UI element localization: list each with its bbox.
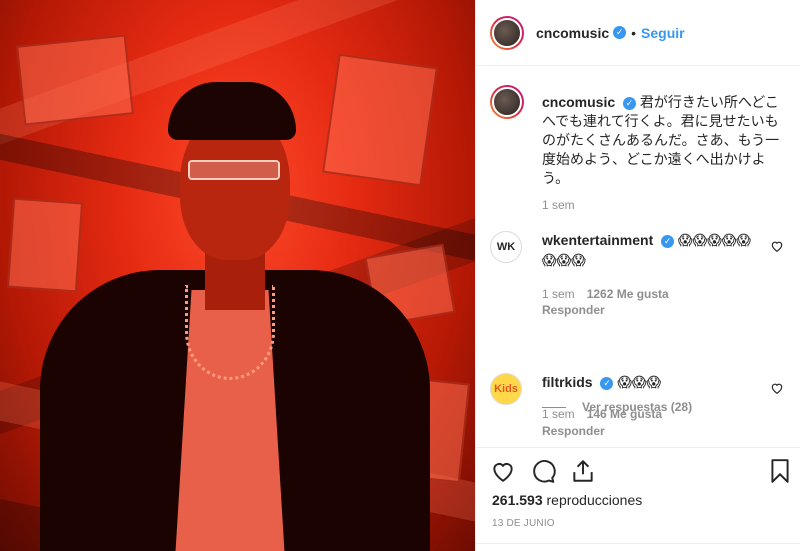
follow-button[interactable]: Seguir (641, 25, 685, 41)
wall-photo (16, 34, 134, 126)
heart-icon[interactable] (770, 239, 784, 253)
wall-photo (322, 53, 438, 187)
author-username[interactable]: cncomusic (536, 25, 609, 41)
verified-badge-icon: ✓ (613, 26, 627, 39)
views-number: 261.593 (492, 492, 543, 508)
comments-list[interactable]: cncomusic ✓ 君が行きたい所へどこへでも連れて行くよ。君に見せたいもの… (476, 67, 800, 447)
bookmark-icon[interactable] (767, 458, 793, 484)
share-icon[interactable] (570, 458, 596, 484)
separator-dot: • (631, 24, 637, 41)
reply-button[interactable]: Responder (542, 303, 605, 317)
person-chain (185, 285, 275, 380)
views-label: reproducciones (546, 492, 643, 508)
commenter-avatar[interactable]: WK (490, 231, 522, 263)
heart-icon[interactable] (490, 458, 516, 484)
commenter-username[interactable]: wkentertainment (542, 232, 653, 248)
post-header: cncomusic ✓ • Seguir (476, 0, 800, 66)
comment-likes[interactable]: 146 Me gusta (587, 407, 662, 421)
comment-body: 😱😱😱 (617, 375, 662, 391)
divider (476, 543, 800, 544)
heart-icon[interactable] (770, 381, 784, 395)
caption-time[interactable]: 1 sem (542, 198, 575, 212)
comment-likes[interactable]: 1262 Me gusta (587, 287, 669, 301)
verified-badge-icon: ✓ (600, 376, 614, 390)
caption-username[interactable]: cncomusic (542, 94, 615, 110)
commenter-avatar[interactable]: Kids (490, 373, 522, 405)
comment-meta: 1 sem 1262 Me gusta (542, 287, 669, 301)
person-glasses (188, 160, 280, 180)
verified-badge-icon: ✓ (623, 96, 637, 110)
views-count[interactable]: 261.593 reproducciones (492, 492, 642, 508)
comment-meta: 1 sem 146 Me gusta (542, 407, 662, 421)
reply-button[interactable]: Responder (542, 424, 605, 438)
commenter-username[interactable]: filtrkids (542, 374, 593, 390)
action-buttons (490, 458, 596, 484)
post-side-panel: cncomusic ✓ • Seguir cncomusic ✓ 君が行きたい所… (475, 0, 800, 551)
caption-avatar[interactable] (490, 85, 524, 119)
post-date[interactable]: 13 DE JUNIO (492, 518, 555, 529)
comment-time[interactable]: 1 sem (542, 287, 575, 301)
comment-time[interactable]: 1 sem (542, 407, 575, 421)
author-avatar[interactable] (490, 15, 524, 50)
wall-photo (6, 197, 84, 293)
comment-text: wkentertainment ✓ 😱😱😱😱😱😱😱😱 (542, 231, 762, 271)
post-media[interactable] (0, 0, 475, 551)
post-actions: 261.593 reproducciones 13 DE JUNIO (476, 447, 800, 551)
caption-text: cncomusic ✓ 君が行きたい所へどこへでも連れて行くよ。君に見せたいもの… (542, 93, 782, 188)
comment-text: filtrkids ✓ 😱😱😱 (542, 373, 762, 393)
comment-icon[interactable] (530, 458, 556, 484)
verified-badge-icon: ✓ (661, 234, 675, 248)
